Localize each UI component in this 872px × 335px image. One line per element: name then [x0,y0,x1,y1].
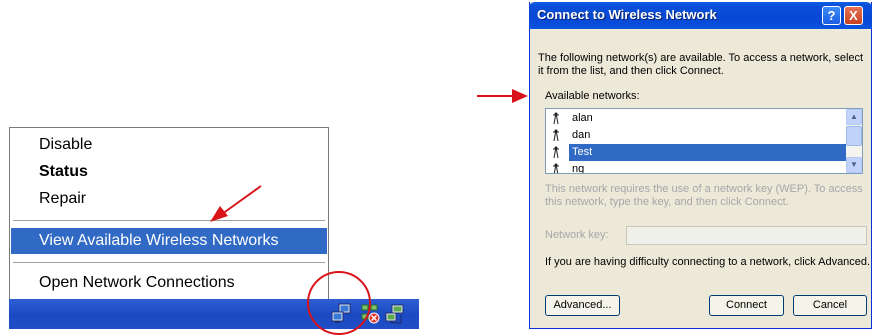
network-key-field[interactable] [626,226,867,245]
available-networks-list[interactable]: alan dan Test ng ▲ ▼ [545,108,863,174]
network-name: alan [572,112,593,124]
antenna-icon [553,163,559,173]
tray-icon-highlight-circle [307,271,371,335]
scroll-down-arrow-icon[interactable]: ▼ [846,157,862,173]
connect-button[interactable]: Connect [709,295,784,316]
scrollbar-thumb[interactable] [846,126,862,146]
help-button[interactable]: ? [822,6,841,25]
network-name: dan [572,129,591,141]
network-name: ng [572,163,585,174]
network-list-item[interactable]: ng [548,161,848,174]
intro-text-line-1: The following network(s) are available. … [538,52,864,64]
menu-item-status[interactable]: Status [11,159,327,185]
wep-text-line-1: This network requires the use of a netwo… [545,183,863,195]
antenna-icon [553,112,559,125]
menu-item-repair[interactable]: Repair [11,186,327,212]
available-networks-label: Available networks: [545,90,640,102]
close-button[interactable]: X [844,6,863,25]
network-context-menu: Disable Status Repair View Available Wir… [9,127,329,301]
network-key-label: Network key: [545,229,609,241]
menu-separator [13,220,325,222]
antenna-icon [553,146,559,159]
connect-wireless-network-dialog: Connect to Wireless Network ? X The foll… [529,2,872,329]
menu-item-view-wireless-networks[interactable]: View Available Wireless Networks [11,228,327,254]
menu-separator [13,262,325,264]
network-list-item[interactable]: dan [548,127,848,144]
wep-text-line-2: this network, type the key, and then cli… [545,196,789,208]
menu-item-open-network-connections[interactable]: Open Network Connections [11,270,327,296]
arrow-to-available-networks [477,89,528,103]
network-connection-icon[interactable] [384,303,406,325]
menu-item-disable[interactable]: Disable [11,132,327,158]
advanced-button[interactable]: Advanced... [545,295,620,316]
dialog-titlebar[interactable]: Connect to Wireless Network ? X [529,2,872,29]
network-list-item[interactable]: alan [548,110,848,127]
scroll-up-arrow-icon[interactable]: ▲ [846,109,862,125]
intro-text-line-2: it from the list, and then click Connect… [538,65,724,77]
dialog-title: Connect to Wireless Network [537,7,717,22]
network-name: Test [569,144,848,161]
advanced-help-text: If you are having difficulty connecting … [545,256,871,268]
network-list-item-selected[interactable]: Test [548,144,848,161]
antenna-icon [553,129,559,142]
network-list-scrollbar[interactable]: ▲ ▼ [846,109,862,173]
cancel-button[interactable]: Cancel [793,295,867,316]
